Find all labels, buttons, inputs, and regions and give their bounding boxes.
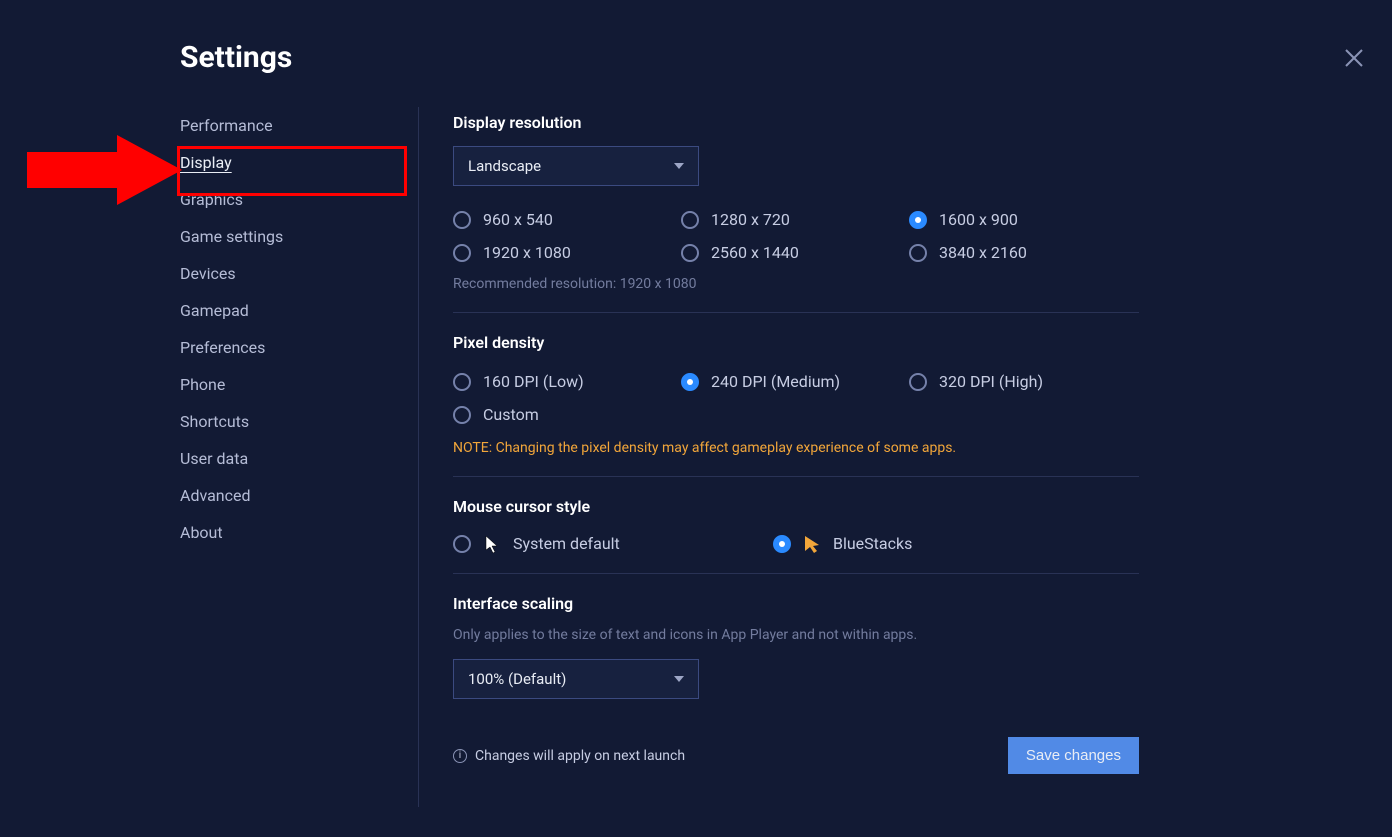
radio-icon (909, 373, 927, 391)
dpi-option[interactable]: 320 DPI (High) (909, 372, 1137, 391)
radio-icon (453, 373, 471, 391)
launch-info: i Changes will apply on next launch (453, 748, 685, 764)
dpi-option[interactable]: 160 DPI (Low) (453, 372, 681, 391)
sidebar-item-user-data[interactable]: User data (180, 440, 398, 477)
sidebar-item-advanced[interactable]: Advanced (180, 477, 398, 514)
cursor-option[interactable]: System default (453, 534, 773, 553)
resolution-option[interactable]: 2560 x 1440 (681, 243, 909, 262)
divider (453, 476, 1139, 477)
radio-icon (453, 406, 471, 424)
scaling-select[interactable]: 100% (Default) (453, 659, 699, 699)
sidebar-item-gamepad[interactable]: Gamepad (180, 292, 398, 329)
sidebar-item-shortcuts[interactable]: Shortcuts (180, 403, 398, 440)
sidebar-item-display[interactable]: Display (180, 144, 398, 181)
radio-icon (773, 535, 791, 553)
save-button[interactable]: Save changes (1008, 737, 1139, 774)
resolution-option-label: 960 x 540 (483, 210, 553, 229)
cursor-bluestacks-icon (803, 535, 821, 553)
sidebar-item-performance[interactable]: Performance (180, 107, 398, 144)
sidebar-item-graphics[interactable]: Graphics (180, 181, 398, 218)
radio-icon (453, 535, 471, 553)
pixel-density-note: NOTE: Changing the pixel density may aff… (453, 440, 1139, 456)
radio-icon (909, 211, 927, 229)
cursor-system-icon (483, 535, 501, 553)
scaling-hint: Only applies to the size of text and ico… (453, 627, 1139, 643)
radio-icon (681, 373, 699, 391)
resolution-option-label: 2560 x 1440 (711, 243, 799, 262)
resolution-title: Display resolution (453, 113, 1139, 132)
cursor-option[interactable]: BlueStacks (773, 534, 1093, 553)
radio-icon (453, 244, 471, 262)
divider (453, 312, 1139, 313)
sidebar-item-phone[interactable]: Phone (180, 366, 398, 403)
resolution-option-label: 3840 x 2160 (939, 243, 1027, 262)
info-icon: i (453, 749, 467, 763)
chevron-down-icon (674, 676, 684, 682)
dpi-option[interactable]: 240 DPI (Medium) (681, 372, 909, 391)
cursor-option-label: System default (513, 534, 620, 553)
dpi-option[interactable]: Custom (453, 405, 681, 424)
resolution-option-label: 1920 x 1080 (483, 243, 571, 262)
scaling-value: 100% (Default) (468, 670, 566, 688)
sidebar-item-about[interactable]: About (180, 514, 398, 551)
radio-icon (909, 244, 927, 262)
resolution-option[interactable]: 1600 x 900 (909, 210, 1137, 229)
sidebar-item-game-settings[interactable]: Game settings (180, 218, 398, 255)
resolution-hint: Recommended resolution: 1920 x 1080 (453, 276, 1139, 292)
annotation-arrow (27, 135, 182, 205)
chevron-down-icon (674, 163, 684, 169)
scaling-title: Interface scaling (453, 594, 1139, 613)
resolution-option-label: 1280 x 720 (711, 210, 790, 229)
dpi-option-label: 240 DPI (Medium) (711, 372, 840, 391)
resolution-option-label: 1600 x 900 (939, 210, 1018, 229)
resolution-option[interactable]: 1280 x 720 (681, 210, 909, 229)
resolution-option[interactable]: 960 x 540 (453, 210, 681, 229)
dpi-option-label: 160 DPI (Low) (483, 372, 584, 391)
page-title: Settings (180, 40, 1392, 75)
launch-info-text: Changes will apply on next launch (475, 748, 685, 764)
radio-icon (453, 211, 471, 229)
resolution-option[interactable]: 3840 x 2160 (909, 243, 1137, 262)
orientation-value: Landscape (468, 157, 541, 175)
sidebar-item-devices[interactable]: Devices (180, 255, 398, 292)
pixel-density-title: Pixel density (453, 333, 1139, 352)
dpi-option-label: Custom (483, 405, 539, 424)
cursor-title: Mouse cursor style (453, 497, 1139, 516)
cursor-option-label: BlueStacks (833, 534, 912, 553)
orientation-select[interactable]: Landscape (453, 146, 699, 186)
sidebar: PerformanceDisplayGraphicsGame settingsD… (180, 107, 418, 551)
divider (453, 573, 1139, 574)
sidebar-item-preferences[interactable]: Preferences (180, 329, 398, 366)
radio-icon (681, 244, 699, 262)
resolution-option[interactable]: 1920 x 1080 (453, 243, 681, 262)
radio-icon (681, 211, 699, 229)
dpi-option-label: 320 DPI (High) (939, 372, 1043, 391)
